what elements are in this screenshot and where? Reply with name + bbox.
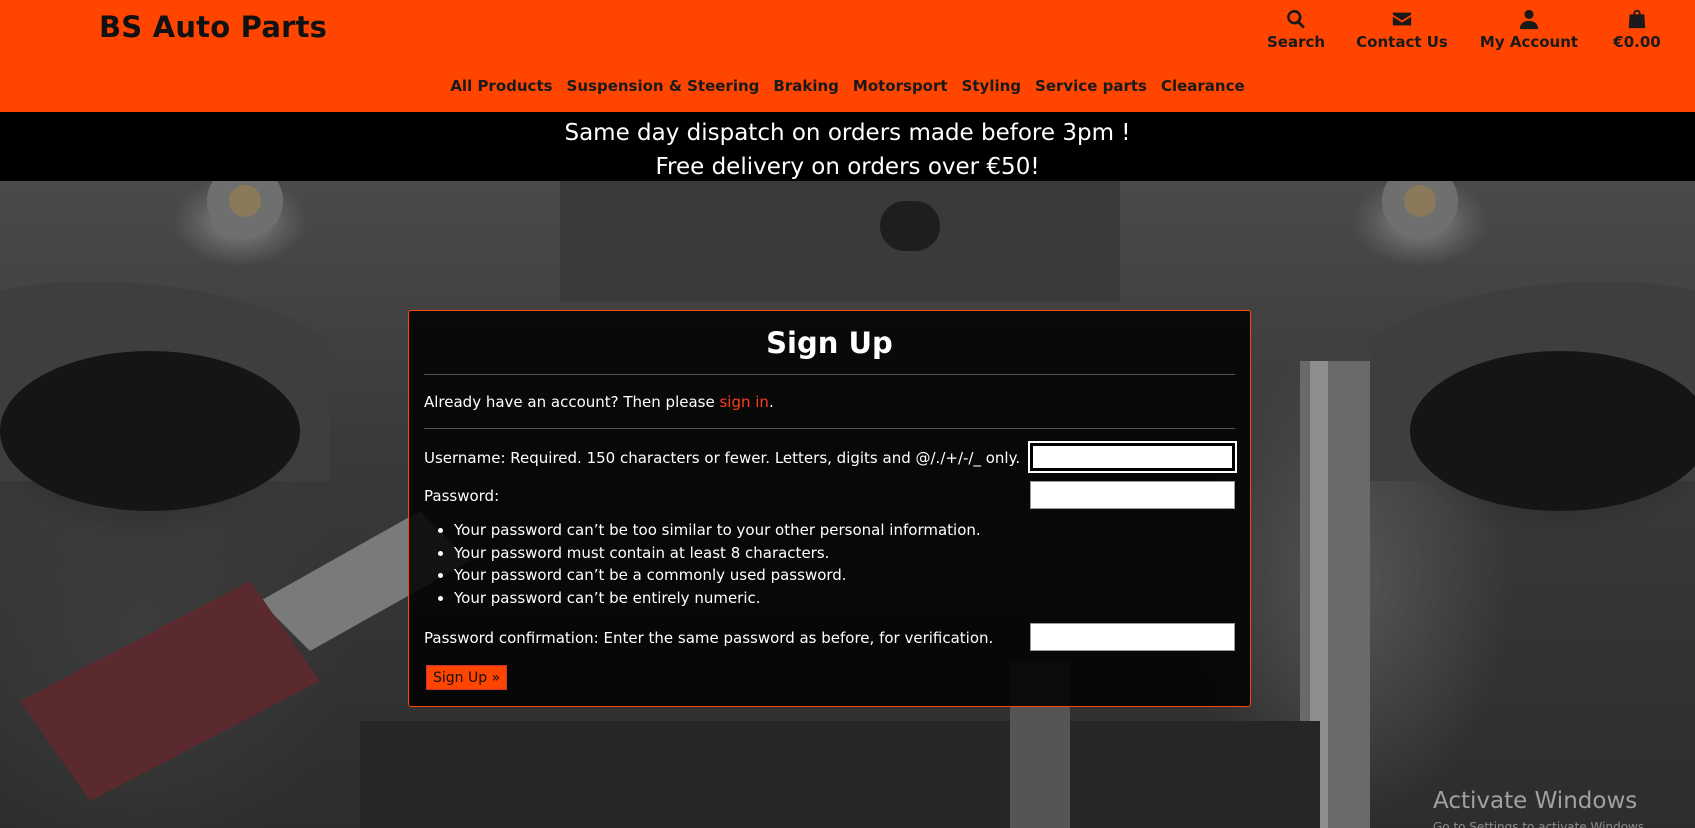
nav-braking[interactable]: Braking xyxy=(766,77,846,95)
password-input[interactable] xyxy=(1030,481,1235,509)
password-rule: Your password can’t be a commonly used p… xyxy=(454,564,1235,587)
basket-total: €0.00 xyxy=(1613,33,1661,51)
search-link[interactable]: Search xyxy=(1266,6,1326,51)
activate-windows-subtitle: Go to Settings to activate Windows. xyxy=(1433,820,1648,828)
contact-us-label: Contact Us xyxy=(1356,33,1448,51)
nav-clearance[interactable]: Clearance xyxy=(1154,77,1252,95)
my-account-label: My Account xyxy=(1479,33,1579,51)
signin-prompt-text: Already have an account? Then please xyxy=(424,393,720,411)
password-rule: Your password can’t be entirely numeric. xyxy=(454,587,1235,610)
search-icon xyxy=(1287,9,1305,29)
signup-card: Sign Up Already have an account? Then pl… xyxy=(408,310,1251,707)
activate-windows-watermark: Activate Windows xyxy=(1433,788,1638,814)
password-label: Password: xyxy=(424,487,500,505)
nav-all-products[interactable]: All Products xyxy=(443,77,559,95)
shopping-bag-icon xyxy=(1628,9,1646,29)
password-confirm-row: Password confirmation: Enter the same pa… xyxy=(424,623,1235,651)
password-confirm-input[interactable] xyxy=(1030,623,1235,651)
username-row: Username: Required. 150 characters or fe… xyxy=(424,441,1237,473)
signup-button[interactable]: Sign Up » xyxy=(426,665,508,690)
username-label: Username: Required. 150 characters or fe… xyxy=(424,449,1021,467)
nav-service-parts[interactable]: Service parts xyxy=(1028,77,1154,95)
username-input[interactable] xyxy=(1028,441,1237,473)
my-account-link[interactable]: My Account xyxy=(1480,6,1578,51)
password-rules-list: Your password can’t be too similar to yo… xyxy=(454,519,1235,609)
password-confirm-label: Password confirmation: Enter the same pa… xyxy=(424,629,994,647)
site-header: BS Auto Parts Search Contact Us My Accou… xyxy=(0,0,1695,112)
basket-link[interactable]: €0.00 xyxy=(1612,6,1662,51)
password-rule: Your password can’t be too similar to yo… xyxy=(454,519,1235,542)
title-divider xyxy=(424,374,1235,375)
search-label: Search xyxy=(1266,33,1326,51)
envelope-icon xyxy=(1392,12,1412,26)
main-nav: All Products Suspension & Steering Braki… xyxy=(0,77,1695,95)
user-icon xyxy=(1519,9,1539,30)
banner-delivery-text: Free delivery on orders over €50! xyxy=(655,154,1040,180)
password-rule: Your password must contain at least 8 ch… xyxy=(454,542,1235,565)
banner-dispatch-text: Same day dispatch on orders made before … xyxy=(564,120,1131,146)
contact-us-link[interactable]: Contact Us xyxy=(1356,6,1448,51)
top-links: Search Contact Us My Account €0.00 xyxy=(0,6,1695,56)
delivery-banner: Same day dispatch on orders made before … xyxy=(0,112,1695,181)
signin-divider xyxy=(424,428,1235,429)
signin-prompt: Already have an account? Then please sig… xyxy=(424,393,1235,415)
nav-styling[interactable]: Styling xyxy=(955,77,1028,95)
nav-motorsport[interactable]: Motorsport xyxy=(846,77,955,95)
password-row: Password: xyxy=(424,481,1235,509)
signin-link[interactable]: sign in xyxy=(719,393,768,411)
signin-prompt-suffix: . xyxy=(768,393,774,411)
nav-suspension-steering[interactable]: Suspension & Steering xyxy=(560,77,767,95)
page-title: Sign Up xyxy=(766,326,893,360)
